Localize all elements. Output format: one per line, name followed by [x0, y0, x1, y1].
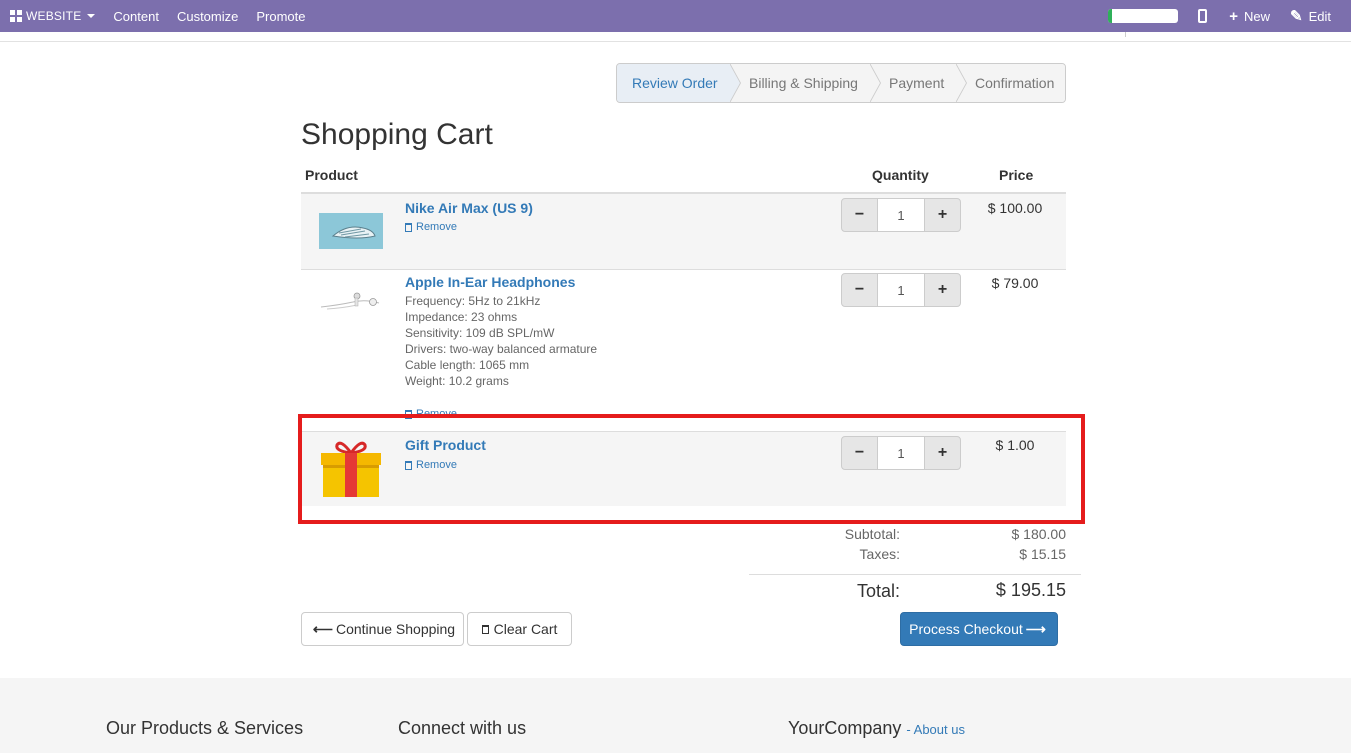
footer: Our Products & Services Connect with us … — [0, 678, 1351, 753]
topbar-underline — [0, 32, 1351, 42]
page-title: Shopping Cart — [301, 118, 493, 151]
spec-line: Frequency: 5Hz to 21kHz — [405, 294, 541, 308]
line-price: $ 1.00 — [995, 437, 1035, 453]
total-value: $ 195.15 — [995, 580, 1066, 600]
quantity-decrement-button[interactable]: − — [841, 273, 878, 307]
seo-progress-bar[interactable] — [1108, 9, 1179, 23]
wizard-step-label: Confirmation — [975, 75, 1055, 91]
product-image-gift[interactable] — [319, 437, 383, 501]
wizard-step-payment[interactable]: Payment — [870, 64, 967, 102]
new-button[interactable]: + New — [1229, 8, 1270, 25]
footer-heading-company: YourCompany - About us — [788, 718, 965, 739]
edit-label: Edit — [1308, 8, 1331, 24]
taxes-value: $ 15.15 — [1019, 546, 1066, 562]
wizard-step-billing-shipping[interactable]: Billing & Shipping — [730, 64, 881, 102]
website-menu[interactable]: WEBSITE — [0, 0, 104, 32]
wizard-step-confirmation[interactable]: Confirmation — [956, 64, 1065, 102]
remove-link[interactable]: Remove — [405, 459, 457, 471]
spec-line: Cable length: 1065 mm — [405, 358, 530, 372]
total-label: Total: — [856, 581, 900, 601]
menu-content[interactable]: Content — [104, 0, 168, 32]
quantity-stepper: − + — [841, 436, 961, 470]
trash-icon — [405, 222, 412, 232]
cart-row-headphones: Apple In-Ear Headphones Frequency: 5Hz t… — [301, 269, 1066, 431]
spec-line: Impedance: 23 ohms — [405, 310, 518, 324]
company-name: YourCompany — [788, 718, 902, 738]
trash-icon — [481, 624, 489, 634]
quantity-input[interactable] — [878, 436, 924, 470]
wizard-step-label: Billing & Shipping — [749, 75, 858, 91]
menu-customize[interactable]: Customize — [168, 0, 247, 32]
clear-cart-label: Clear Cart — [493, 621, 558, 637]
footer-heading-connect: Connect with us — [398, 718, 527, 738]
plus-icon: + — [1229, 7, 1238, 25]
continue-shopping-button[interactable]: ⟵ Continue Shopping — [301, 612, 464, 646]
website-topbar: WEBSITE Content Customize Promote + New … — [0, 0, 1351, 32]
quantity-input[interactable] — [878, 273, 924, 307]
column-header-price: Price — [999, 167, 1034, 183]
new-label: New — [1244, 8, 1271, 24]
line-price: $ 79.00 — [991, 275, 1039, 291]
product-name-link[interactable]: Apple In-Ear Headphones — [405, 274, 575, 290]
taxes-label: Taxes: — [859, 546, 900, 562]
cart-row-gift: Gift Product Remove − + $ 1.00 — [301, 431, 1066, 506]
wizard-step-label: Review Order — [632, 75, 718, 91]
menu-promote[interactable]: Promote — [247, 0, 314, 32]
about-us-link[interactable]: - About us — [906, 722, 965, 737]
continue-shopping-label: Continue Shopping — [335, 621, 456, 637]
column-header-product: Product — [305, 167, 358, 183]
edit-button[interactable]: ✎ Edit — [1290, 7, 1331, 25]
quantity-input[interactable] — [878, 198, 924, 232]
remove-label: Remove — [416, 459, 457, 471]
arrow-right-icon: ⟶ — [1025, 620, 1046, 637]
quantity-increment-button[interactable]: + — [924, 273, 961, 307]
website-menu-label: WEBSITE — [26, 9, 82, 23]
trash-icon — [405, 460, 412, 470]
spec-line: Drivers: two-way balanced armature — [405, 342, 598, 356]
mobile-preview-icon[interactable] — [1198, 9, 1208, 23]
product-name-link[interactable]: Nike Air Max (US 9) — [405, 200, 533, 216]
wizard-step-label: Payment — [889, 75, 945, 91]
caret-down-icon — [87, 14, 96, 18]
product-image-headphones[interactable] — [319, 269, 383, 333]
quantity-increment-button[interactable]: + — [924, 198, 961, 232]
quantity-stepper: − + — [841, 273, 961, 307]
quantity-stepper: − + — [841, 198, 961, 232]
process-checkout-label: Process Checkout — [909, 621, 1023, 637]
remove-label: Remove — [416, 221, 457, 233]
product-image-shoe[interactable] — [319, 200, 383, 264]
trash-icon — [405, 409, 412, 419]
checkout-wizard: Review Order Billing & Shipping Payment … — [616, 63, 1066, 103]
clear-cart-button[interactable]: Clear Cart — [467, 612, 572, 646]
pencil-icon: ✎ — [1290, 8, 1303, 25]
remove-link[interactable]: Remove — [405, 221, 457, 233]
apps-grid-icon — [10, 10, 22, 22]
totals-divider — [749, 574, 1081, 575]
progress-fill — [1108, 9, 1112, 23]
footer-heading-products: Our Products & Services — [106, 718, 304, 738]
spec-line: Weight: 10.2 grams — [405, 374, 509, 388]
quantity-increment-button[interactable]: + — [924, 436, 961, 470]
remove-link[interactable]: Remove — [405, 408, 457, 420]
product-name-link[interactable]: Gift Product — [405, 437, 486, 453]
column-header-quantity: Quantity — [872, 167, 929, 183]
wizard-step-review-order[interactable]: Review Order — [617, 64, 741, 102]
subtotal-label: Subtotal: — [844, 526, 900, 542]
line-price: $ 100.00 — [987, 200, 1043, 216]
spec-line: Sensitivity: 109 dB SPL/mW — [405, 326, 555, 340]
process-checkout-button[interactable]: Process Checkout ⟶ — [900, 612, 1058, 646]
remove-label: Remove — [416, 408, 457, 420]
quantity-decrement-button[interactable]: − — [841, 198, 878, 232]
product-description: Frequency: 5Hz to 21kHz Impedance: 23 oh… — [405, 293, 597, 389]
quantity-decrement-button[interactable]: − — [841, 436, 878, 470]
arrow-left-icon: ⟵ — [312, 620, 333, 637]
cart-row-nike: Nike Air Max (US 9) Remove − + $ 100.00 — [301, 194, 1066, 269]
subtotal-value: $ 180.00 — [1011, 526, 1067, 542]
